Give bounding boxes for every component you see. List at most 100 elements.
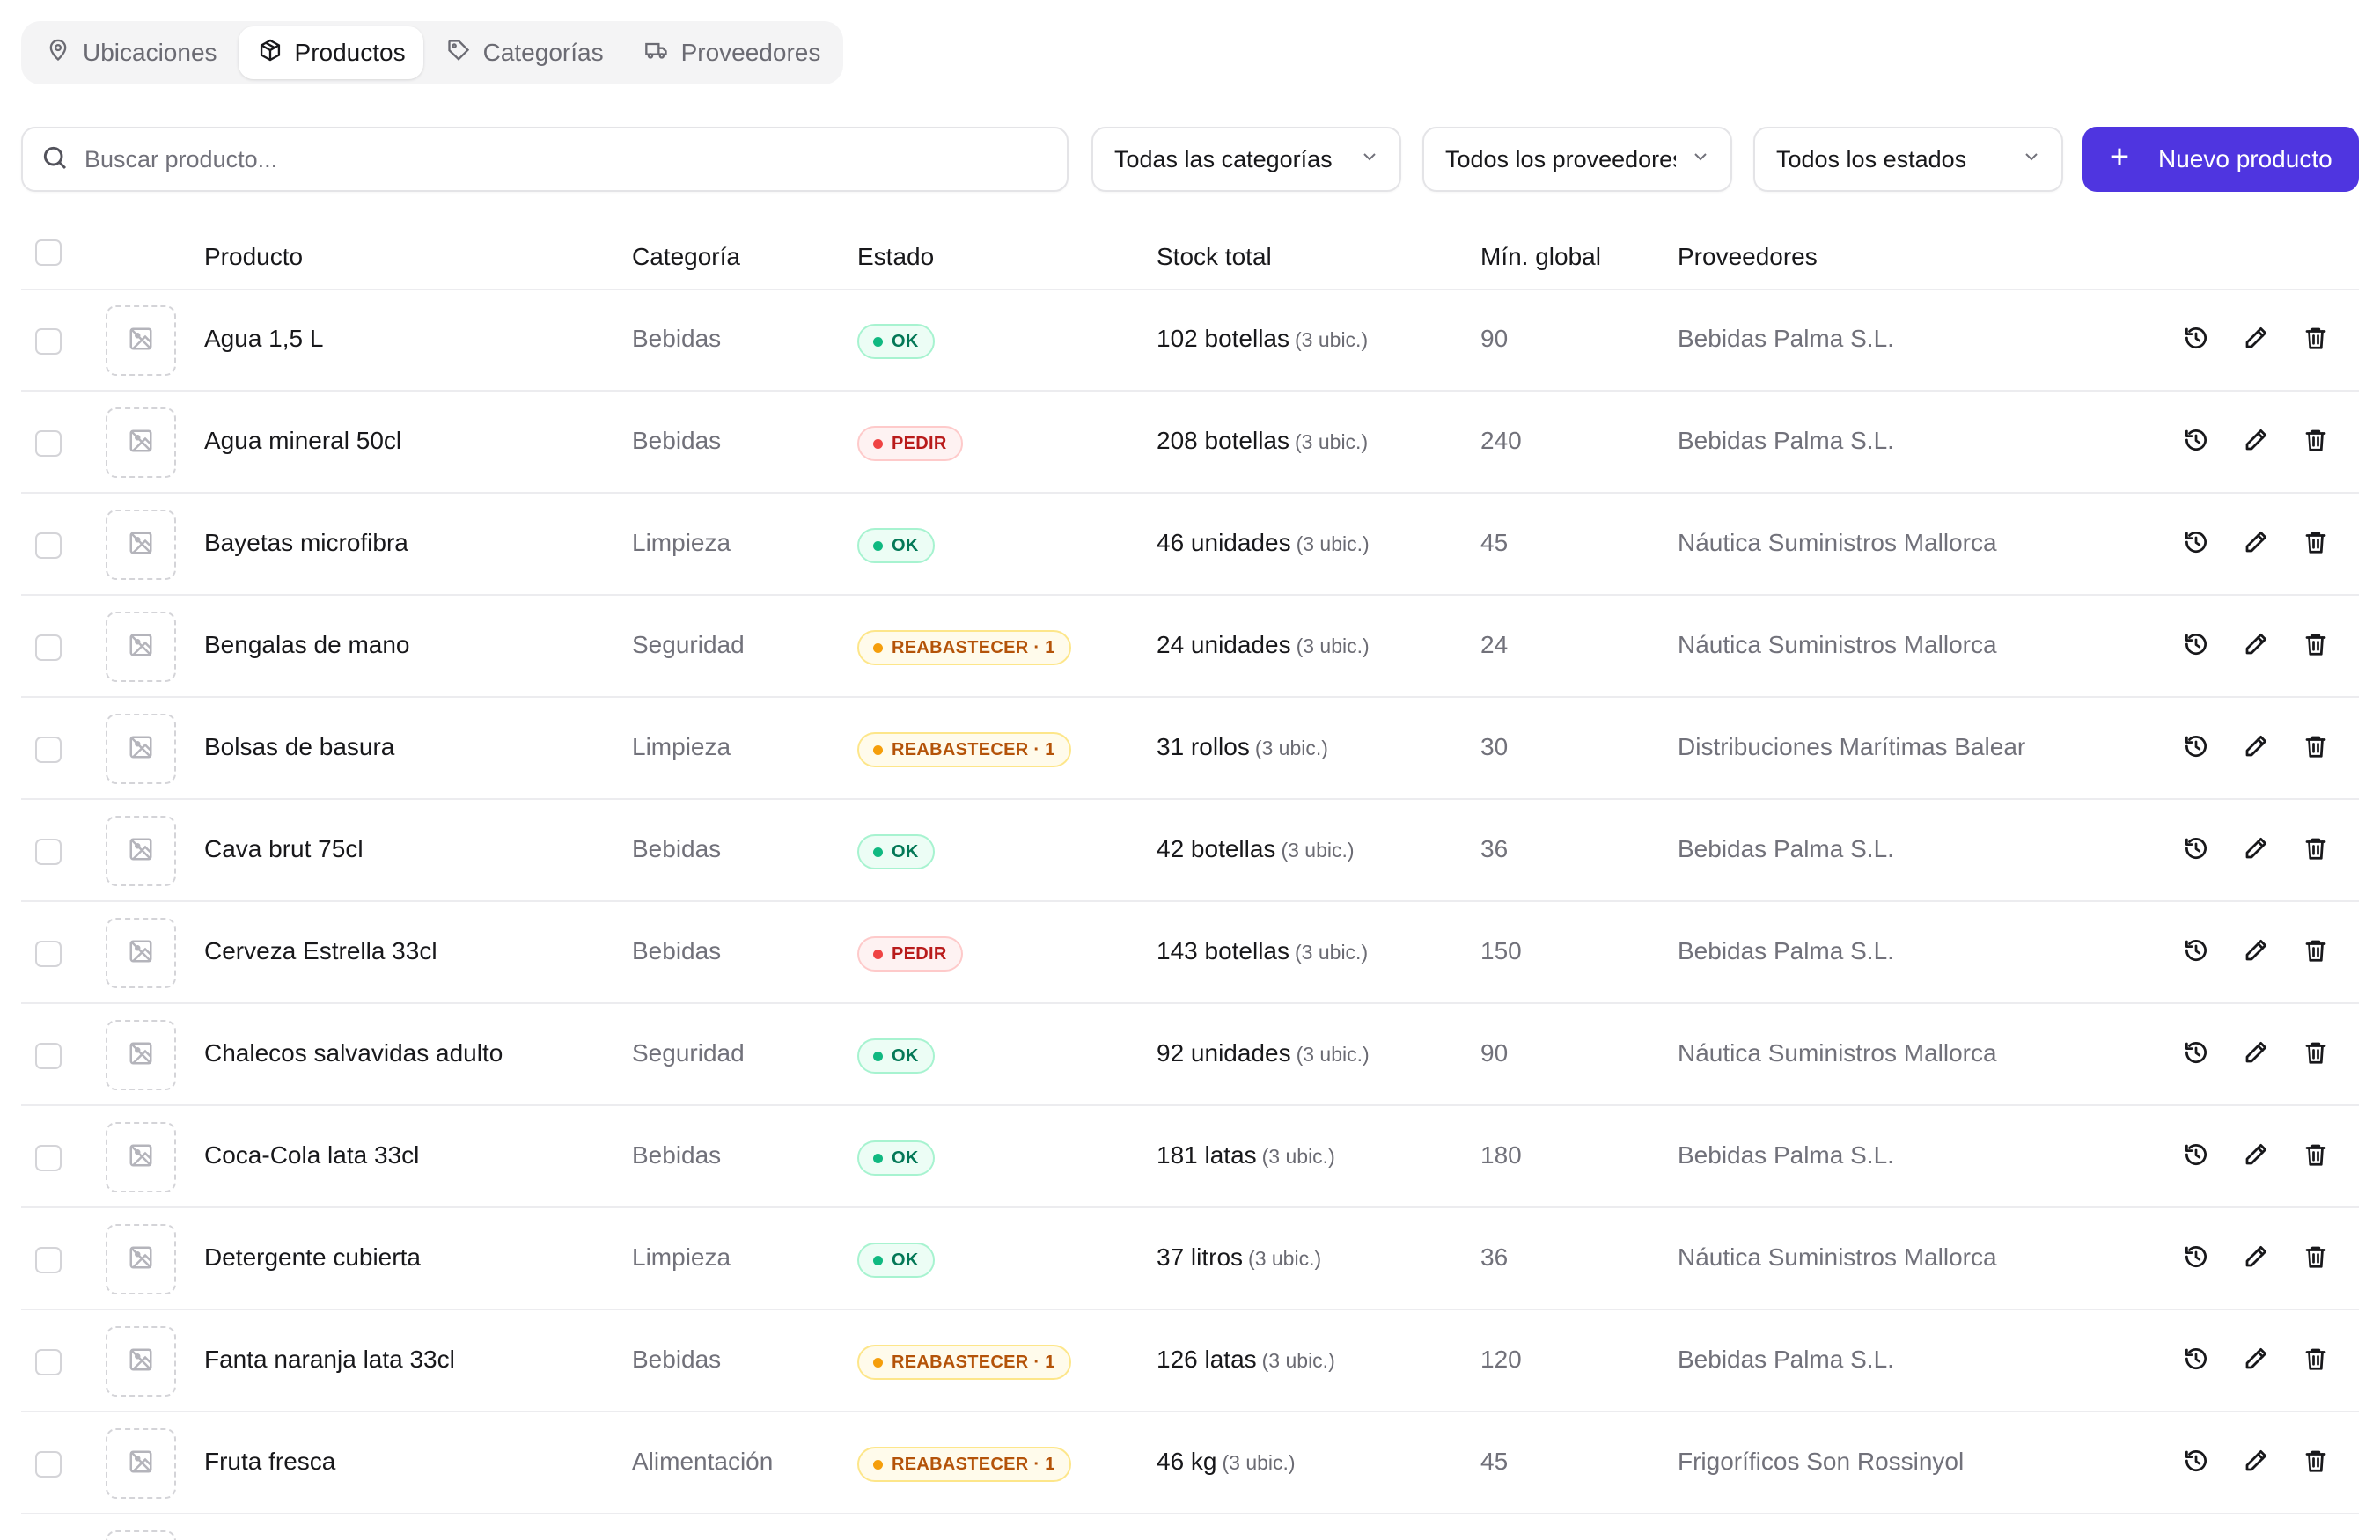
product-name[interactable]: Cava brut 75cl bbox=[204, 835, 364, 863]
product-name[interactable]: Coca-Cola lata 33cl bbox=[204, 1141, 419, 1170]
column-header-category[interactable]: Categoría bbox=[632, 243, 740, 271]
delete-icon[interactable] bbox=[2303, 937, 2329, 964]
table-row[interactable]: Cava brut 75cl Bebidas OK 42 botellas (3 ubi… bbox=[21, 802, 2359, 902]
product-name[interactable]: Detergente cubierta bbox=[204, 1243, 421, 1272]
table-row[interactable]: Agua mineral 50cl Bebidas PEDIR 208 botella… bbox=[21, 393, 2359, 494]
stock-total: 31 rollos (3 ubic.) bbox=[1157, 733, 1328, 761]
delete-icon[interactable] bbox=[2303, 1448, 2329, 1474]
product-name[interactable]: Bayetas microfibra bbox=[204, 529, 408, 557]
column-header-min[interactable]: Mín. global bbox=[1480, 243, 1601, 271]
table-row[interactable]: Coca-Cola lata 33cl Bebidas OK 181 latas (3 … bbox=[21, 1108, 2359, 1208]
history-icon[interactable] bbox=[2183, 1243, 2209, 1270]
row-checkbox[interactable] bbox=[35, 941, 62, 967]
product-category: Seguridad bbox=[632, 1039, 745, 1067]
edit-icon[interactable] bbox=[2243, 1141, 2269, 1168]
delete-icon[interactable] bbox=[2303, 1039, 2329, 1066]
supplier-name: Bebidas Palma S.L. bbox=[1678, 427, 1894, 454]
table-row[interactable]: Fanta naranja lata 33cl Bebidas REABASTECE… bbox=[21, 1312, 2359, 1412]
product-name[interactable]: Fanta naranja lata 33cl bbox=[204, 1346, 455, 1374]
history-icon[interactable] bbox=[2183, 1346, 2209, 1372]
search-input[interactable] bbox=[84, 145, 1067, 173]
edit-icon[interactable] bbox=[2243, 631, 2269, 657]
tab-ubicaciones[interactable]: Ubicaciones bbox=[26, 26, 235, 79]
product-name[interactable]: Chalecos salvavidas adulto bbox=[204, 1039, 503, 1067]
row-actions bbox=[2183, 1448, 2329, 1474]
row-checkbox[interactable] bbox=[35, 532, 62, 559]
select-all-checkbox[interactable] bbox=[35, 239, 62, 266]
row-checkbox[interactable] bbox=[35, 737, 62, 763]
product-name[interactable]: Bolsas de basura bbox=[204, 733, 394, 761]
delete-icon[interactable] bbox=[2303, 631, 2329, 657]
table-row[interactable]: Chalecos salvavidas adulto Seguridad OK 92 … bbox=[21, 1006, 2359, 1106]
status-dot bbox=[873, 336, 883, 347]
history-icon[interactable] bbox=[2183, 325, 2209, 351]
row-checkbox[interactable] bbox=[35, 1247, 62, 1273]
column-header-suppliers[interactable]: Proveedores bbox=[1678, 243, 1818, 271]
row-checkbox[interactable] bbox=[35, 1349, 62, 1375]
delete-icon[interactable] bbox=[2303, 733, 2329, 759]
product-name[interactable]: Bengalas de mano bbox=[204, 631, 410, 659]
supplier-name: Frigoríficos Son Rossinyol bbox=[1678, 1448, 1965, 1475]
table-row[interactable]: Bayetas microfibra Limpieza OK 46 unidades(… bbox=[21, 495, 2359, 596]
history-icon[interactable] bbox=[2183, 733, 2209, 759]
search-icon bbox=[40, 143, 69, 176]
edit-icon[interactable] bbox=[2243, 1346, 2269, 1372]
tab-categorias[interactable]: Categorías bbox=[427, 26, 621, 79]
delete-icon[interactable] bbox=[2303, 1243, 2329, 1270]
product-category: Limpieza bbox=[632, 733, 731, 760]
new-product-button[interactable]: Nuevo producto bbox=[2082, 127, 2359, 192]
product-name[interactable]: Cerveza Estrella 33cl bbox=[204, 937, 437, 965]
table-row[interactable]: Fruta fresca Alimentación REABASTECER · 1 4… bbox=[21, 1414, 2359, 1514]
row-checkbox[interactable] bbox=[35, 839, 62, 865]
category-filter-select[interactable]: Todas las categorías bbox=[1091, 127, 1401, 192]
history-icon[interactable] bbox=[2183, 937, 2209, 964]
product-name[interactable]: Fruta fresca bbox=[204, 1448, 335, 1476]
edit-icon[interactable] bbox=[2243, 835, 2269, 862]
history-icon[interactable] bbox=[2183, 1141, 2209, 1168]
edit-icon[interactable] bbox=[2243, 1039, 2269, 1066]
history-icon[interactable] bbox=[2183, 631, 2209, 657]
edit-icon[interactable] bbox=[2243, 427, 2269, 453]
delete-icon[interactable] bbox=[2303, 1141, 2329, 1168]
row-checkbox[interactable] bbox=[35, 430, 62, 457]
row-checkbox[interactable] bbox=[35, 328, 62, 355]
row-checkbox[interactable] bbox=[35, 1451, 62, 1478]
delete-icon[interactable] bbox=[2303, 835, 2329, 862]
edit-icon[interactable] bbox=[2243, 325, 2269, 351]
edit-icon[interactable] bbox=[2243, 529, 2269, 555]
history-icon[interactable] bbox=[2183, 835, 2209, 862]
product-name[interactable]: Agua 1,5 L bbox=[204, 325, 323, 353]
delete-icon[interactable] bbox=[2303, 529, 2329, 555]
table-row[interactable]: Bolsas de basura Limpieza REABASTECER · 1 3… bbox=[21, 700, 2359, 800]
table-row[interactable]: Cerveza Estrella 33cl Bebidas PEDIR 143 bot… bbox=[21, 904, 2359, 1004]
delete-icon[interactable] bbox=[2303, 1346, 2329, 1372]
column-header-product[interactable]: Producto bbox=[204, 243, 303, 271]
table-row[interactable]: Hielo en cubitos 2 kgBebidasPEDIR51 bols… bbox=[21, 1516, 2359, 1540]
status-label: REABASTECER · 1 bbox=[892, 1352, 1055, 1372]
table-row[interactable]: Detergente cubierta Limpieza OK 37 litros (3… bbox=[21, 1210, 2359, 1310]
history-icon[interactable] bbox=[2183, 1448, 2209, 1474]
section-tabs: Ubicaciones Productos Categorías Proveed… bbox=[21, 21, 844, 84]
supplier-filter-select[interactable]: Todos los proveedores bbox=[1422, 127, 1732, 192]
column-header-status[interactable]: Estado bbox=[857, 243, 934, 271]
product-name[interactable]: Agua mineral 50cl bbox=[204, 427, 401, 455]
table-row[interactable]: Bengalas de mano Seguridad REABASTECER · 1… bbox=[21, 598, 2359, 698]
status-filter-select[interactable]: Todos los estados bbox=[1753, 127, 2063, 192]
delete-icon[interactable] bbox=[2303, 427, 2329, 453]
edit-icon[interactable] bbox=[2243, 733, 2269, 759]
row-checkbox[interactable] bbox=[35, 1145, 62, 1171]
tab-productos[interactable]: Productos bbox=[238, 26, 423, 79]
column-header-stock[interactable]: Stock total bbox=[1157, 243, 1272, 271]
history-icon[interactable] bbox=[2183, 529, 2209, 555]
history-icon[interactable] bbox=[2183, 427, 2209, 453]
status-dot bbox=[873, 438, 883, 449]
edit-icon[interactable] bbox=[2243, 937, 2269, 964]
row-checkbox[interactable] bbox=[35, 1043, 62, 1069]
edit-icon[interactable] bbox=[2243, 1243, 2269, 1270]
edit-icon[interactable] bbox=[2243, 1448, 2269, 1474]
history-icon[interactable] bbox=[2183, 1039, 2209, 1066]
delete-icon[interactable] bbox=[2303, 325, 2329, 351]
tab-proveedores[interactable]: Proveedores bbox=[625, 26, 839, 79]
table-row[interactable]: Agua 1,5 L Bebidas OK 102 botellas (3 ubic.)… bbox=[21, 291, 2359, 392]
row-checkbox[interactable] bbox=[35, 634, 62, 661]
